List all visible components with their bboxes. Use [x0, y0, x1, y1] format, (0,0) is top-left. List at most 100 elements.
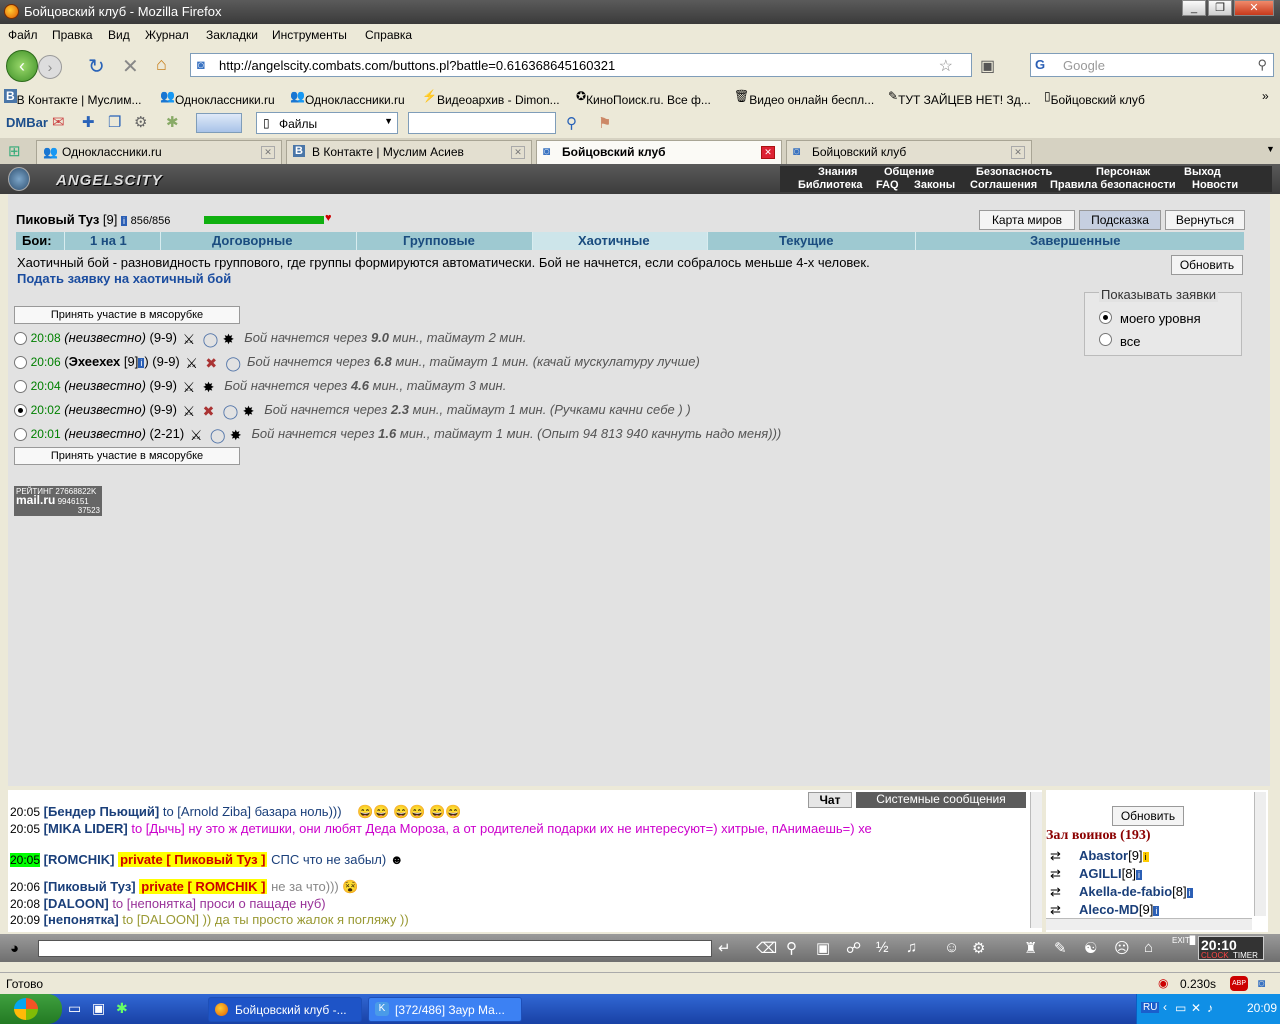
nav-security[interactable]: Безопасность [976, 166, 1052, 178]
close-tab-icon[interactable]: ✕ [511, 146, 525, 159]
chat-panel[interactable]: Чат Системные сообщения 20:05 [Бендер Пь… [8, 790, 1042, 932]
menu-file[interactable]: Файл [8, 28, 38, 42]
chat-nick[interactable]: ROMCHIK [48, 852, 110, 867]
nav-faq[interactable]: FAQ [876, 179, 899, 191]
online-refresh-button[interactable]: Обновить [1112, 806, 1184, 826]
nav-laws[interactable]: Законы [914, 179, 955, 191]
menu-help[interactable]: Справка [365, 28, 412, 42]
join-melee-button-top[interactable]: Принять участие в мясорубке [14, 306, 240, 324]
friends-icon[interactable]: ☯ [1084, 939, 1097, 957]
nav-communication[interactable]: Общение [884, 166, 934, 178]
new-tab-icon[interactable]: ⊞ [8, 142, 21, 160]
nav-agreements[interactable]: Соглашения [970, 179, 1037, 191]
dmbar-search-icon[interactable]: ⚲ [566, 114, 577, 132]
tab-chat[interactable]: Чат [808, 792, 852, 808]
info-icon[interactable]: i [121, 216, 127, 226]
battle-owner[interactable]: (неизвестно) [64, 378, 146, 393]
minimize-button[interactable]: _ [1182, 0, 1206, 16]
info-icon[interactable]: i [1136, 870, 1143, 880]
chat-message-input[interactable] [38, 940, 712, 957]
bookmarks-more-icon[interactable]: » [1262, 89, 1269, 103]
user-action-icon[interactable]: ⇄ [1050, 902, 1061, 917]
user-action-icon[interactable]: ⇄ [1050, 884, 1061, 899]
chat-nick[interactable]: непонятка [48, 912, 114, 927]
online-user-name[interactable]: Aleco-MD [1079, 902, 1139, 917]
chat-nick[interactable]: MIKA LIDER [48, 821, 123, 836]
scroll-icon[interactable]: ✎ [1054, 939, 1067, 957]
chat-scrollbar[interactable] [1030, 792, 1042, 928]
smiley-picker-icon[interactable]: ☺ [944, 939, 959, 956]
tab-fight-club-active[interactable]: ◙ Бойцовский клуб ✕ [536, 140, 782, 164]
online-user-name[interactable]: Akella-de-fabio [1079, 884, 1172, 899]
battle-owner[interactable]: (неизвестно) [64, 330, 146, 345]
tab-1v1[interactable]: 1 на 1 [90, 233, 127, 248]
bookmark-kinopoisk[interactable]: ✪ КиноПоиск.ru. Все ф... [576, 89, 711, 107]
mailru-rating-counter[interactable]: РЕЙТИНГ 27668822K mail.ru 9946151 37523 [14, 486, 102, 516]
filter-icon[interactable]: ⚲ [786, 939, 797, 957]
home-icon[interactable]: ⌂ [156, 54, 167, 75]
adblock-icon[interactable]: ABP [1230, 976, 1248, 991]
nav-exit[interactable]: Выход [1184, 166, 1221, 178]
chat-nick[interactable]: Бендер Пьющий [48, 804, 155, 819]
mask-icon[interactable]: ☹ [1114, 939, 1130, 957]
battle-radio-selected[interactable] [14, 404, 27, 418]
clear-icon[interactable]: ⌫ [756, 939, 777, 957]
settings-icon[interactable]: ⚙ [972, 939, 985, 957]
quicklaunch-desktop-icon[interactable]: ▭ [68, 1000, 81, 1017]
tab-contract[interactable]: Договорные [212, 233, 292, 248]
dmbar-tools-icon[interactable]: ✱ [166, 113, 179, 131]
dmbar-files-select[interactable]: ▯ Файлы ▼ [256, 112, 398, 134]
battle-owner[interactable]: (неизвестно) [64, 402, 146, 417]
bookmark-fight-club[interactable]: ▯ Бойцовский клуб [1044, 89, 1145, 107]
url-bar[interactable]: ◙ http://angelscity.combats.com/buttons.… [190, 53, 972, 77]
tab-group[interactable]: Групповые [403, 233, 475, 248]
chat-nick[interactable]: Пиковый Туз [48, 879, 131, 894]
tab-fight-club[interactable]: ◙ Бойцовский клуб ✕ [786, 140, 1032, 164]
dmbar-search-input[interactable] [408, 112, 556, 134]
search-icon[interactable]: ⚲ [1257, 57, 1267, 73]
forward-icon[interactable]: › [38, 55, 62, 79]
menu-view[interactable]: Вид [108, 28, 130, 42]
quicklaunch-app-icon[interactable]: ✱ [116, 1000, 128, 1017]
dmbar-chat-icon[interactable]: ✉ [52, 113, 65, 131]
tray-expand-icon[interactable]: ‹ [1163, 1000, 1167, 1014]
walk-icon[interactable]: ☍ [846, 939, 861, 957]
user-action-icon[interactable]: ⇄ [1050, 848, 1061, 863]
online-user-name[interactable]: Abastor [1079, 848, 1128, 863]
hint-button[interactable]: Подсказка [1079, 210, 1161, 230]
send-icon[interactable]: ↵ [718, 939, 731, 957]
bookmark-video-online[interactable]: 🗑 Видео онлайн беспл... [734, 89, 874, 107]
close-tab-icon[interactable]: ✕ [1011, 146, 1025, 159]
battle-owner[interactable]: (неизвестно) [64, 426, 146, 441]
info-icon[interactable]: i [1186, 888, 1193, 898]
world-map-button[interactable]: Карта миров [979, 210, 1075, 230]
player-name[interactable]: Пиковый Туз [16, 212, 99, 227]
apply-chaotic-link[interactable]: Подать заявку на хаотичный бой [17, 271, 231, 286]
info-icon[interactable]: i [1153, 906, 1160, 916]
dmbar-settings-icon[interactable]: ⚙ [134, 113, 147, 131]
taskbar-qip[interactable]: K [372/486] Заур Ма... [368, 997, 522, 1022]
battle-radio[interactable] [14, 380, 27, 394]
tab-system-messages[interactable]: Системные сообщения [856, 792, 1026, 808]
join-melee-button-bottom[interactable]: Принять участие в мясорубке [14, 447, 240, 465]
network-icon[interactable]: ▭ [1175, 1001, 1186, 1015]
bookmark-star-icon[interactable]: ☆ [939, 56, 953, 76]
reload-icon[interactable]: ↻ [88, 54, 105, 79]
filter-all-radio[interactable] [1099, 333, 1112, 346]
start-button[interactable] [0, 994, 62, 1024]
dmbar-windows-icon[interactable]: ❐ [108, 113, 121, 131]
refresh-button[interactable]: Обновить [1171, 255, 1243, 275]
quicklaunch-save-icon[interactable]: ▣ [92, 1000, 105, 1017]
battle-radio[interactable] [14, 356, 27, 370]
chat-nick[interactable]: DALOON [48, 896, 104, 911]
language-indicator[interactable]: RU [1141, 1002, 1160, 1013]
online-hscrollbar[interactable] [1046, 918, 1252, 930]
bookmark-odnoklassniki-1[interactable]: 👥 Одноклассники.ru [160, 89, 275, 107]
save-icon[interactable]: ▣ [816, 939, 830, 957]
nav-knowledge[interactable]: Знания [818, 166, 857, 178]
bookmark-odnoklassniki-2[interactable]: 👥 Одноклассники.ru [290, 89, 405, 107]
return-button[interactable]: Вернуться [1165, 210, 1245, 230]
tab-vk[interactable]: B В Контакте | Муслим Асиев ✕ [286, 140, 532, 164]
filter-my-level-radio[interactable] [1099, 311, 1112, 324]
taskbar-firefox[interactable]: Бойцовский клуб -... [208, 997, 362, 1022]
